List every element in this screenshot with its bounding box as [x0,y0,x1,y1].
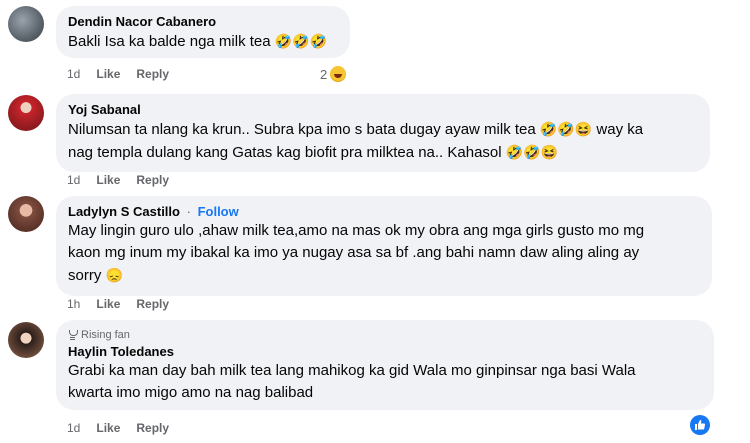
reply-button[interactable]: Reply [136,67,169,81]
comment-bubble: Ladylyn S Castillo · Follow May lingin g… [56,196,712,296]
thumb-glyph [695,420,706,430]
like-button[interactable]: Like [96,67,120,81]
haha-face-icon [330,66,347,82]
trophy-icon [68,330,78,340]
comment-time[interactable]: 1d [67,421,80,435]
comment-actions: 1h Like Reply [67,297,169,311]
comment-bubble: Rising fan Haylin Toledanes Grabi ka man… [56,320,714,410]
avatar[interactable] [8,6,44,42]
reaction-count-number: 2 [320,66,328,82]
emoji-disappointed: 😞 [105,267,123,283]
comment-text-line2: nag templa dulang kang Gatas kag biofit … [68,144,502,161]
comment-text-line1: Nilumsan ta nlang ka krun.. Subra kpa im… [68,121,536,138]
reaction-count[interactable]: 2 [320,66,347,82]
commenter-name[interactable]: Haylin Toledanes [68,344,702,360]
rising-fan-badge: Rising fan [68,328,702,342]
comment-actions: 1d Like Reply [67,67,169,81]
comment-text-body: Bakli Isa ka balde nga milk tea [68,33,271,50]
comment-time[interactable]: 1h [67,297,80,311]
reply-button[interactable]: Reply [136,297,169,311]
avatar[interactable] [8,322,44,358]
comment-text-line2: kwarta imo migo amo na nag balibad [68,384,314,401]
commenter-name[interactable]: Ladylyn S Castillo [68,204,180,219]
separator-dot: · [186,204,191,219]
avatar[interactable] [8,95,44,131]
like-button[interactable]: Like [96,173,120,187]
emoji-group: 🤣🤣😆 [539,121,593,137]
comment-text: nag templa dulang kang Gatas kag biofit … [68,141,698,164]
reply-button[interactable]: Reply [136,173,169,187]
comment-text-line2: kaon mg inum my ibakal ka imo ya nugay a… [68,244,640,261]
commenter-name[interactable]: Yoj Sabanal [68,102,698,118]
like-thumb-icon[interactable] [690,415,710,435]
like-button[interactable]: Like [96,421,120,435]
comment-actions: 1d Like Reply [67,421,169,435]
avatar[interactable] [8,196,44,232]
comment-text-line1: Grabi ka man day bah milk tea lang mahik… [68,362,636,379]
commenter-name[interactable]: Dendin Nacor Cabanero [68,14,338,30]
emoji-group: 🤣🤣😆 [505,144,559,160]
comment-text: sorry 😞 [68,264,700,287]
badge-label: Rising fan [81,329,130,341]
comment-time[interactable]: 1d [67,173,80,187]
emoji-rofl: 🤣🤣🤣 [274,33,328,49]
comment-text: Nilumsan ta nlang ka krun.. Subra kpa im… [68,118,698,141]
comment-text-line1b: way ka [596,121,644,138]
like-button[interactable]: Like [96,297,120,311]
comment-bubble: Yoj Sabanal Nilumsan ta nlang ka krun.. … [56,94,710,172]
commenter-name-row: Ladylyn S Castillo · Follow [68,204,700,220]
reply-button[interactable]: Reply [136,421,169,435]
comment-actions: 1d Like Reply [67,173,169,187]
comment-text: Bakli Isa ka balde nga milk tea 🤣🤣🤣 [68,30,338,53]
comment-text-line1: May lingin guro ulo ,ahaw milk tea,amo n… [68,222,645,239]
comment-time[interactable]: 1d [67,67,80,81]
comment-bubble: Dendin Nacor Cabanero Bakli Isa ka balde… [56,6,350,58]
follow-button[interactable]: Follow [198,204,239,219]
comment-text-line3: sorry [68,267,102,284]
